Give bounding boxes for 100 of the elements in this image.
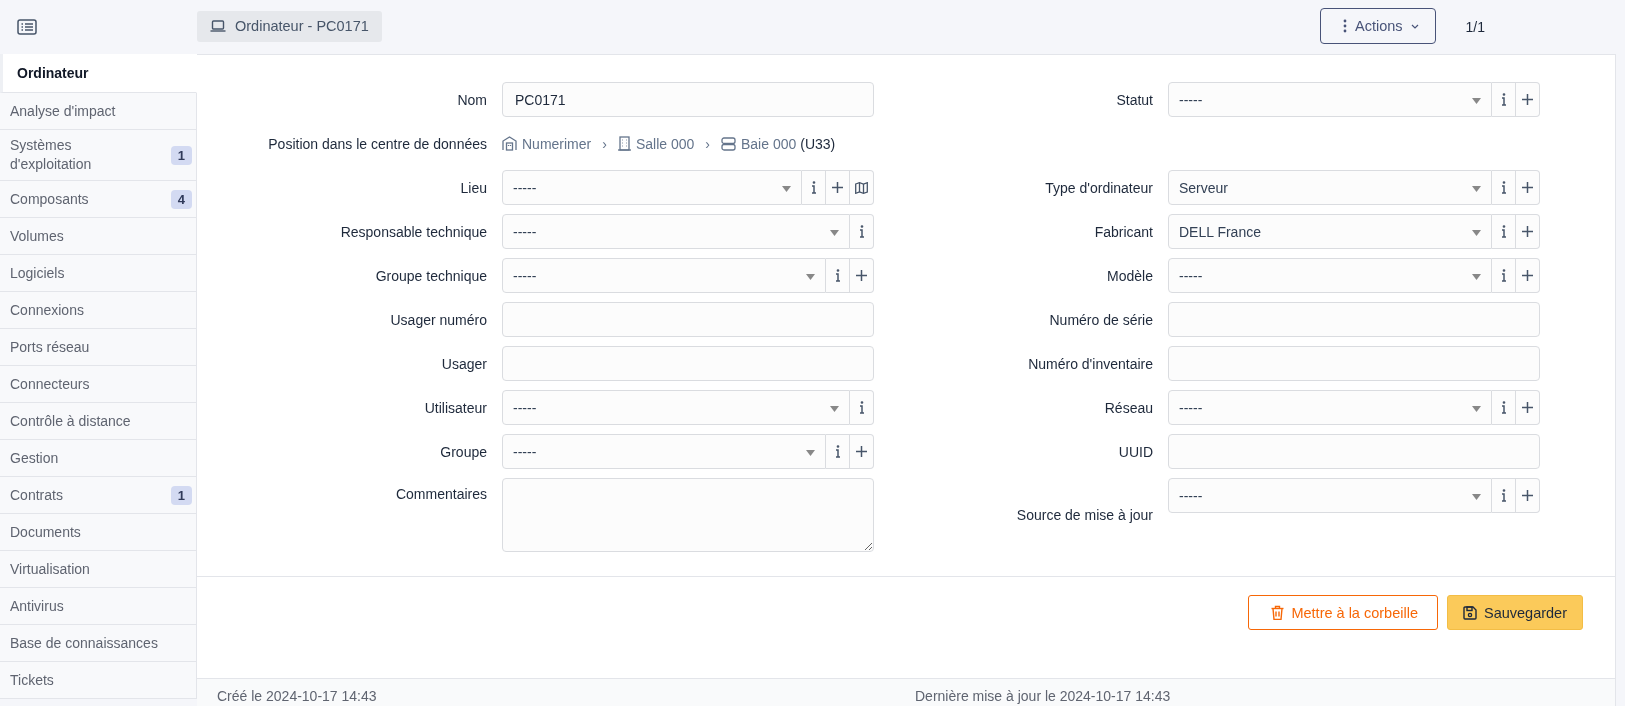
info-button[interactable] — [1492, 170, 1516, 205]
field-label: Usager — [440, 354, 487, 374]
sidebar-tab[interactable]: Logiciels — [0, 255, 197, 292]
sidebar-tab[interactable]: Virtualisation — [0, 551, 197, 588]
sidebar-tab[interactable]: Ordinateur — [0, 54, 197, 93]
breadcrumb-separator: › — [602, 135, 607, 152]
caret-icon — [1472, 274, 1481, 280]
field-label: Modèle — [1106, 266, 1153, 286]
add-button[interactable] — [850, 258, 874, 293]
count-badge: 1 — [170, 485, 192, 505]
save-button[interactable]: Sauvegarder — [1446, 595, 1583, 630]
field-label: Réseau — [1103, 398, 1153, 418]
dropdown[interactable]: ----- — [502, 390, 850, 425]
count-badge: 4 — [170, 189, 192, 209]
updated-date: Dernière mise à jour le 2024-10-17 14:43 — [915, 688, 1171, 704]
dropdown[interactable]: Serveur — [1168, 170, 1492, 205]
input-field[interactable] — [1168, 434, 1540, 469]
dropdown[interactable]: DELL France — [1168, 214, 1492, 249]
field-label: Numéro de série — [1048, 310, 1153, 330]
sidebar-tab[interactable]: Connexions — [0, 292, 197, 329]
dropdown[interactable]: ----- — [502, 170, 802, 205]
field-label: Statut — [1115, 90, 1153, 110]
rack-position: (U33) — [800, 135, 836, 152]
input-field[interactable] — [502, 302, 874, 337]
dropdown[interactable]: ----- — [1168, 390, 1492, 425]
add-button[interactable] — [1516, 478, 1540, 513]
dropdown[interactable]: ----- — [1168, 258, 1492, 293]
info-button[interactable] — [1492, 214, 1516, 249]
info-button[interactable] — [826, 434, 850, 469]
dropdown[interactable]: ----- — [502, 258, 826, 293]
dropdown[interactable]: ----- — [1168, 82, 1492, 117]
info-button[interactable] — [1492, 390, 1516, 425]
info-icon — [1500, 401, 1507, 414]
sidebar-tab[interactable]: Contrôle à distance — [0, 403, 197, 440]
actions-button[interactable]: Actions — [1319, 8, 1436, 44]
breadcrumb-link[interactable]: Salle 000 — [635, 135, 695, 152]
add-button[interactable] — [1516, 170, 1540, 205]
add-button[interactable] — [1516, 390, 1540, 425]
input-field[interactable] — [1168, 302, 1540, 337]
field-label: Fabricant — [1093, 222, 1153, 242]
field-label: Utilisateur — [423, 398, 487, 418]
page-title: Ordinateur - PC0171 — [197, 10, 382, 42]
sidebar-tab[interactable]: Analyse d'impact — [0, 93, 197, 130]
breadcrumb-link[interactable]: Baie 000 — [740, 135, 797, 152]
info-icon — [810, 181, 817, 194]
field-label: Nom — [456, 90, 487, 110]
plus-icon — [1522, 490, 1533, 501]
sidebar-tab[interactable]: Ports réseau — [0, 329, 197, 366]
add-button[interactable] — [1516, 214, 1540, 249]
plus-icon — [1522, 182, 1533, 193]
field-label: Position dans le centre de données — [267, 134, 487, 154]
sidebar-tab[interactable]: Volumes — [0, 218, 197, 255]
info-button[interactable] — [850, 390, 874, 425]
info-button[interactable] — [1492, 478, 1516, 513]
sidebar-tab[interactable]: Base de connaissances — [0, 625, 197, 662]
info-icon — [1500, 181, 1507, 194]
add-button[interactable] — [826, 170, 850, 205]
plus-icon — [1522, 226, 1533, 237]
sidebar-tab[interactable]: Connecteurs — [0, 366, 197, 403]
info-button[interactable] — [802, 170, 826, 205]
sidebar-tab[interactable]: Antivirus — [0, 588, 197, 625]
caret-icon — [782, 186, 791, 192]
building-icon — [502, 136, 517, 151]
plus-icon — [1522, 94, 1533, 105]
info-icon — [858, 225, 865, 238]
info-button[interactable] — [850, 214, 874, 249]
input-field[interactable]: PC0171 — [502, 82, 874, 117]
sidebar-tab[interactable]: Composants 4 — [0, 181, 197, 218]
comment-field[interactable] — [502, 478, 874, 552]
sidebar-tab[interactable]: Gestion — [0, 440, 197, 477]
trash-icon — [1271, 605, 1285, 620]
sidebar-tab[interactable]: Contrats 1 — [0, 477, 197, 514]
list-icon[interactable] — [17, 19, 37, 35]
info-icon — [1500, 269, 1507, 282]
field-label: Groupe — [439, 442, 487, 462]
count-badge: 1 — [170, 145, 192, 165]
plus-icon — [1522, 402, 1533, 413]
chevron-icon — [1410, 23, 1419, 29]
add-button[interactable] — [1516, 82, 1540, 117]
field-label: Numéro d'inventaire — [1027, 354, 1153, 374]
server-icon — [720, 136, 736, 151]
input-field[interactable] — [1168, 346, 1540, 381]
field-label: Lieu — [459, 178, 487, 198]
created-date: Créé le 2024-10-17 14:43 — [217, 688, 378, 704]
sidebar-tab[interactable]: Systèmes d'exploitation 1 — [0, 130, 197, 181]
caret-icon — [806, 450, 815, 456]
sidebar-tab[interactable]: Tickets — [0, 662, 197, 699]
info-button[interactable] — [1492, 82, 1516, 117]
dropdown[interactable]: ----- — [502, 434, 826, 469]
sidebar-tab[interactable]: Documents — [0, 514, 197, 551]
dropdown[interactable]: ----- — [502, 214, 850, 249]
info-icon — [1500, 489, 1507, 502]
input-field[interactable] — [502, 346, 874, 381]
breadcrumb-link[interactable]: Numerimer — [522, 135, 592, 152]
add-button[interactable] — [1516, 258, 1540, 293]
dropdown[interactable]: ----- — [1168, 478, 1492, 513]
map-button[interactable] — [850, 170, 874, 205]
info-button[interactable] — [826, 258, 850, 293]
add-button[interactable] — [850, 434, 874, 469]
info-button[interactable] — [1492, 258, 1516, 293]
